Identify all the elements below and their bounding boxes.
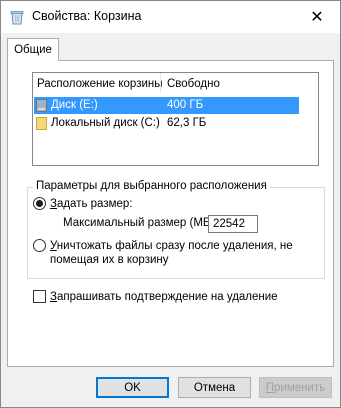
- apply-label: Применить: [265, 381, 326, 394]
- tab-panel: Расположение корзины Свободно Диск (E:) …: [7, 60, 334, 367]
- delete-immediately-label-line2[interactable]: помещая их в корзину: [50, 254, 169, 266]
- location-name: Диск (E:): [51, 99, 98, 111]
- close-button[interactable]: ✕: [294, 1, 340, 33]
- recycle-bin-icon: [10, 11, 24, 25]
- cancel-button[interactable]: Отмена: [178, 377, 251, 398]
- max-size-input[interactable]: [208, 215, 258, 233]
- tab-label: Общие: [14, 44, 52, 56]
- list-item[interactable]: Диск (E:) 400 ГБ: [34, 97, 299, 114]
- column-header-location[interactable]: Расположение корзины: [37, 78, 163, 90]
- confirm-delete-checkbox[interactable]: [33, 290, 46, 303]
- location-free: 62,3 ГБ: [167, 117, 207, 129]
- location-free: 400 ГБ: [167, 99, 204, 111]
- max-size-label: Максимальный размер (МБ):: [63, 217, 218, 229]
- title-bar[interactable]: Свойства: Корзина ✕: [1, 1, 340, 33]
- location-list[interactable]: Расположение корзины Свободно Диск (E:) …: [32, 72, 319, 166]
- apply-button[interactable]: Применить: [259, 377, 332, 398]
- properties-window: Свойства: Корзина ✕ Общие Расположение к…: [0, 0, 341, 408]
- custom-size-label[interactable]: Задать размер:: [50, 198, 132, 210]
- close-icon: ✕: [310, 9, 324, 26]
- folder-drive-icon: [36, 117, 47, 130]
- column-header-free[interactable]: Свободно: [167, 78, 220, 90]
- ok-label: OK: [124, 381, 141, 394]
- tab-general[interactable]: Общие: [7, 38, 59, 61]
- group-title: Параметры для выбранного расположения: [33, 180, 270, 192]
- list-item[interactable]: Локальный диск (C:) 62,3 ГБ: [34, 115, 299, 132]
- window-title: Свойства: Корзина: [32, 9, 142, 23]
- location-name: Локальный диск (C:): [51, 117, 160, 129]
- delete-immediately-label[interactable]: Уничтожать файлы сразу после удаления, н…: [50, 240, 293, 252]
- drive-icon: [36, 99, 47, 112]
- cancel-label: Отмена: [193, 381, 236, 394]
- delete-immediately-radio[interactable]: [33, 239, 46, 252]
- ok-button[interactable]: OK: [96, 377, 169, 398]
- list-header: Расположение корзины Свободно: [33, 73, 318, 93]
- confirm-delete-label[interactable]: Запрашивать подтверждение на удаление: [50, 291, 278, 303]
- custom-size-radio[interactable]: [33, 197, 46, 210]
- column-divider[interactable]: [160, 73, 161, 93]
